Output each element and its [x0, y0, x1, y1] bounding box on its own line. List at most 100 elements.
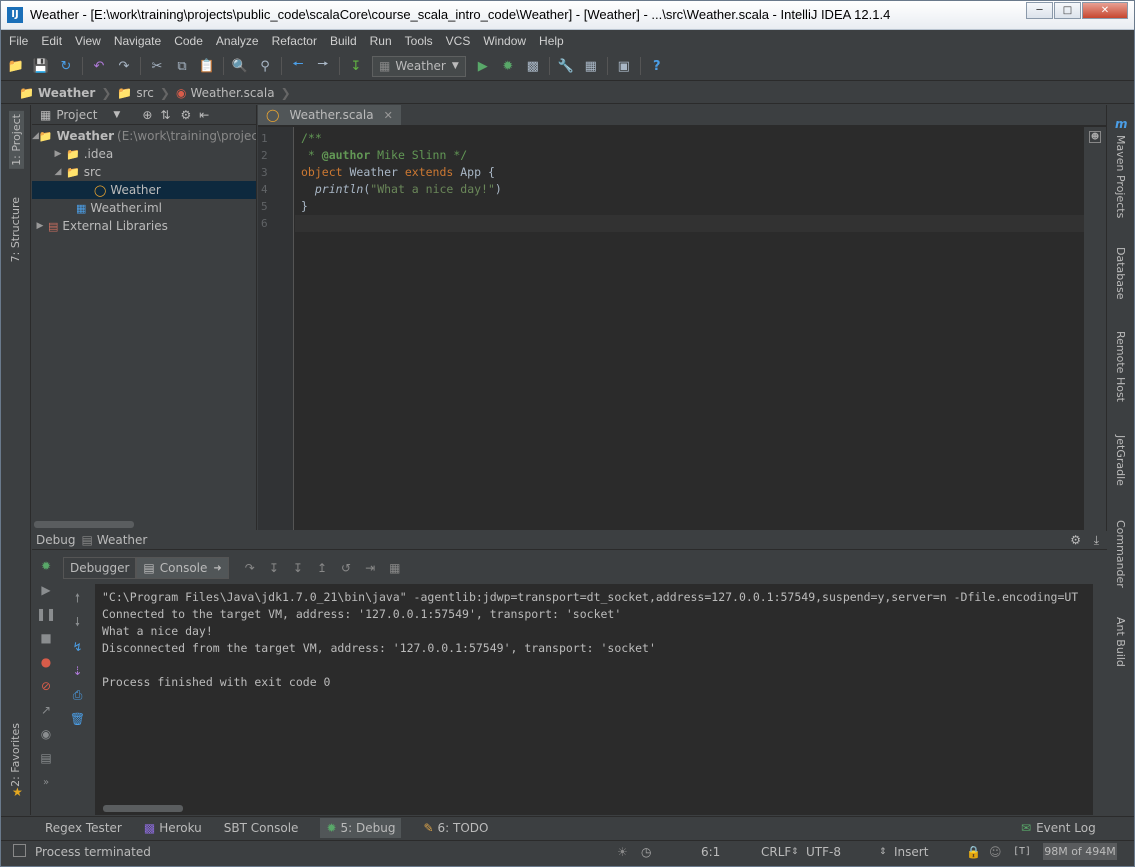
- tool-tab-project[interactable]: 1: Project: [9, 111, 24, 169]
- settings-icon[interactable]: 🔧: [557, 57, 575, 75]
- maximize-button[interactable]: □: [1054, 2, 1081, 19]
- collapse-arrow-icon[interactable]: ▶: [32, 221, 48, 231]
- hector-icon[interactable]: ☺: [989, 845, 1002, 859]
- menu-analyze[interactable]: Analyze: [216, 34, 259, 48]
- run-to-cursor-icon[interactable]: ⇥: [365, 561, 375, 575]
- console-horizontal-scrollbar[interactable]: [103, 805, 183, 812]
- tool-tab-debug[interactable]: ✹ 5: Debug: [320, 818, 402, 838]
- code-editor[interactable]: ◯ Weather.scala ✕ 1 2 3 4 5 6 /** * @aut…: [258, 105, 1106, 530]
- forward-icon[interactable]: 🠖: [314, 57, 332, 75]
- close-button[interactable]: ✕: [1082, 2, 1128, 19]
- menu-build[interactable]: Build: [330, 34, 357, 48]
- line-separator[interactable]: CRLF: [761, 845, 791, 859]
- print-icon[interactable]: ⎙: [69, 686, 87, 704]
- coverage-icon[interactable]: ▩: [524, 57, 542, 75]
- save-all-icon[interactable]: 💾: [32, 57, 50, 75]
- more-icon[interactable]: »: [37, 773, 55, 791]
- gear-icon[interactable]: ⚙: [180, 108, 191, 122]
- expand-arrow-icon[interactable]: ◢: [50, 167, 66, 177]
- close-tab-icon[interactable]: ✕: [384, 109, 393, 122]
- replace-icon[interactable]: ⚲: [256, 57, 274, 75]
- toggle-tool-windows-icon[interactable]: [13, 844, 26, 857]
- mute-breakpoints-icon[interactable]: ⊘: [37, 677, 55, 695]
- tool-tab-ant-build[interactable]: Ant Build: [1114, 617, 1127, 667]
- step-over-icon[interactable]: ↷: [245, 561, 255, 575]
- power-save-icon[interactable]: ◷: [641, 845, 651, 859]
- tool-tab-heroku[interactable]: ▩ Heroku: [144, 821, 202, 835]
- menu-edit[interactable]: Edit: [41, 34, 62, 48]
- stop-icon[interactable]: ■: [37, 629, 55, 647]
- make-project-icon[interactable]: ↧: [347, 57, 365, 75]
- menu-code[interactable]: Code: [174, 34, 203, 48]
- tab-console[interactable]: ▤ Console ➜: [136, 557, 229, 579]
- menu-refactor[interactable]: Refactor: [272, 34, 317, 48]
- soft-wrap-icon[interactable]: ↯: [69, 638, 87, 656]
- copy-icon[interactable]: ⧉: [173, 57, 191, 75]
- locate-icon[interactable]: ⊕: [142, 108, 152, 122]
- menu-run[interactable]: Run: [370, 34, 392, 48]
- console-output[interactable]: "C:\Program Files\Java\jdk1.7.0_21\bin\j…: [95, 584, 1107, 815]
- tool-tab-remote-host[interactable]: Remote Host: [1114, 331, 1127, 402]
- menu-navigate[interactable]: Navigate: [114, 34, 161, 48]
- expand-arrow-icon[interactable]: ◢: [32, 131, 39, 141]
- project-structure-icon[interactable]: ▦: [582, 57, 600, 75]
- run-configuration-select[interactable]: ▦ Weather ▼: [372, 55, 466, 77]
- step-out-icon[interactable]: ↥: [317, 561, 327, 575]
- chevron-down-icon[interactable]: ▼: [113, 110, 120, 120]
- tool-tab-sbt-console[interactable]: SBT Console: [224, 821, 299, 835]
- inspection-status-icon[interactable]: ☻: [1089, 131, 1101, 143]
- open-folder-icon[interactable]: 📁: [7, 57, 25, 75]
- layout-icon[interactable]: ▤: [37, 749, 55, 767]
- editor-tab-weather-scala[interactable]: ◯ Weather.scala ✕: [258, 105, 401, 125]
- paste-icon[interactable]: 📋: [198, 57, 216, 75]
- hide-panel-icon[interactable]: ⤓: [1094, 533, 1099, 548]
- cut-icon[interactable]: ✂: [148, 57, 166, 75]
- collapse-all-icon[interactable]: ⇅: [160, 108, 170, 122]
- tree-item-weather-root[interactable]: ◢ 📁 Weather (E:\work\training\projects\p: [32, 127, 256, 145]
- resume-icon[interactable]: ▶: [37, 581, 55, 599]
- redo-icon[interactable]: ↷: [115, 57, 133, 75]
- tab-debugger[interactable]: Debugger: [63, 557, 137, 579]
- insert-mode[interactable]: Insert: [894, 845, 928, 859]
- view-breakpoints-icon[interactable]: ●: [37, 653, 55, 671]
- menu-window[interactable]: Window: [483, 34, 526, 48]
- back-icon[interactable]: 🠔: [289, 57, 307, 75]
- tool-tab-favorites[interactable]: 2: Favorites: [9, 723, 22, 787]
- tool-tab-regex-tester[interactable]: Regex Tester: [45, 821, 122, 835]
- menu-vcs[interactable]: VCS: [446, 34, 471, 48]
- scroll-to-end-icon[interactable]: ⇣: [69, 662, 87, 680]
- force-step-into-icon[interactable]: ↧: [293, 561, 303, 575]
- console-vertical-scrollbar[interactable]: [1093, 584, 1107, 815]
- tree-item-idea[interactable]: ▶ 📁 .idea: [32, 145, 256, 163]
- tool-tab-commander[interactable]: Commander: [1114, 520, 1127, 588]
- file-encoding[interactable]: UTF-8: [806, 845, 841, 859]
- tree-item-external-libraries[interactable]: ▶ ▤ External Libraries: [32, 217, 256, 235]
- tool-tab-todo[interactable]: ✎ 6: TODO: [423, 821, 488, 835]
- editor-scrollbar[interactable]: ☻: [1084, 127, 1106, 530]
- sync-icon[interactable]: ↻: [57, 57, 75, 75]
- export-icon[interactable]: ↗: [37, 701, 55, 719]
- project-horizontal-scrollbar[interactable]: [32, 521, 256, 530]
- menu-help[interactable]: Help: [539, 34, 564, 48]
- menu-file[interactable]: File: [9, 34, 28, 48]
- breadcrumb-src[interactable]: 📁 src ❯: [117, 86, 170, 100]
- evaluate-icon[interactable]: ▦: [389, 561, 400, 575]
- pause-icon[interactable]: ❚❚: [36, 605, 56, 623]
- gear-icon[interactable]: ⚙: [1070, 533, 1081, 547]
- run-icon[interactable]: ▶: [474, 57, 492, 75]
- tree-item-weather-iml[interactable]: ▦ Weather.iml: [32, 199, 256, 217]
- breadcrumb-project[interactable]: 📁 Weather ❯: [19, 86, 111, 100]
- tree-item-src[interactable]: ◢ 📁 src: [32, 163, 256, 181]
- debug-icon[interactable]: ✹: [499, 57, 517, 75]
- debug-session-tab[interactable]: Weather: [97, 533, 148, 547]
- drop-frame-icon[interactable]: ↺: [341, 561, 351, 575]
- tool-tab-maven[interactable]: Maven Projects: [1114, 135, 1127, 218]
- minimize-button[interactable]: ─: [1026, 2, 1053, 19]
- scroll-down-icon[interactable]: 🠗: [69, 614, 87, 632]
- menu-view[interactable]: View: [75, 34, 101, 48]
- clear-all-icon[interactable]: 🗑: [69, 710, 87, 728]
- undo-icon[interactable]: ↶: [90, 57, 108, 75]
- tool-tab-database[interactable]: Database: [1114, 247, 1127, 300]
- caret-position[interactable]: 6:1: [701, 845, 720, 859]
- rerun-debug-icon[interactable]: ✹: [37, 557, 55, 575]
